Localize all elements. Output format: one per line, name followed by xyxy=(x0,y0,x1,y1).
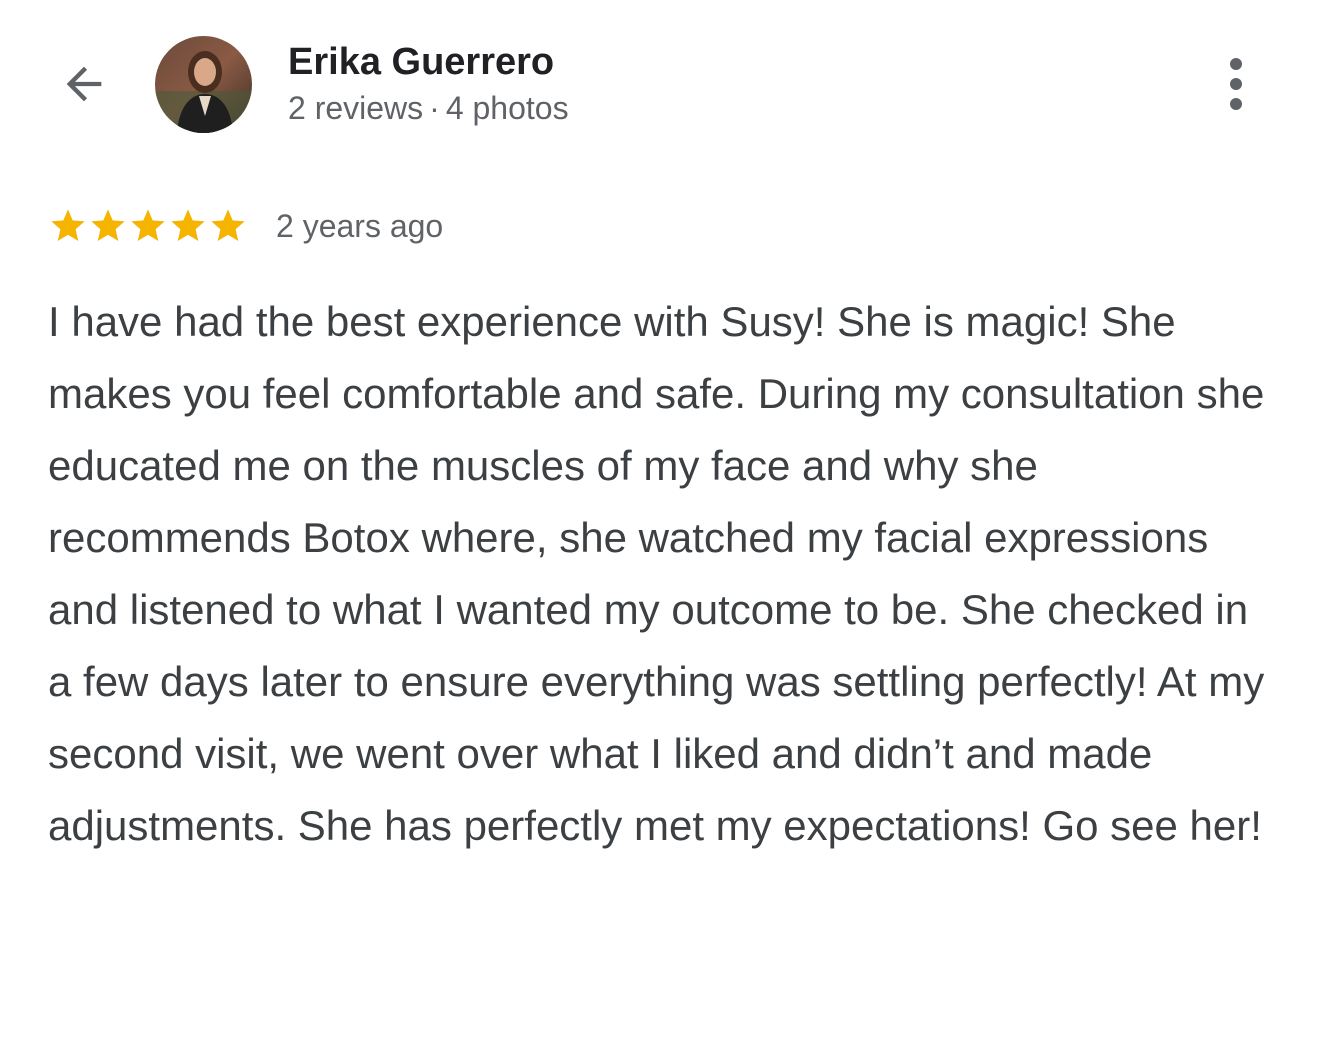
avatar[interactable] xyxy=(155,36,252,133)
more-options-button[interactable] xyxy=(1212,52,1260,116)
review-date: 2 years ago xyxy=(276,208,444,244)
star-icon xyxy=(131,209,165,241)
review-text: I have had the best experience with Susy… xyxy=(48,298,1265,849)
reviewer-meta: 2 reviews · 4 photos xyxy=(288,88,569,128)
arrow-back-icon xyxy=(66,66,102,102)
star-icon xyxy=(91,209,125,241)
rating-row: 2 years ago xyxy=(48,204,443,248)
meta-separator: · xyxy=(429,90,440,126)
star-icon xyxy=(211,209,245,241)
reviews-count: 2 reviews xyxy=(288,90,424,126)
star-icon xyxy=(51,209,85,241)
avatar-photo xyxy=(155,36,252,133)
star-icon xyxy=(171,209,205,241)
star-rating xyxy=(48,206,248,246)
back-button[interactable] xyxy=(52,52,116,116)
reviewer-name[interactable]: Erika Guerrero xyxy=(288,38,554,86)
more-vert-icon xyxy=(1230,58,1242,110)
photos-count: 4 photos xyxy=(445,90,569,126)
